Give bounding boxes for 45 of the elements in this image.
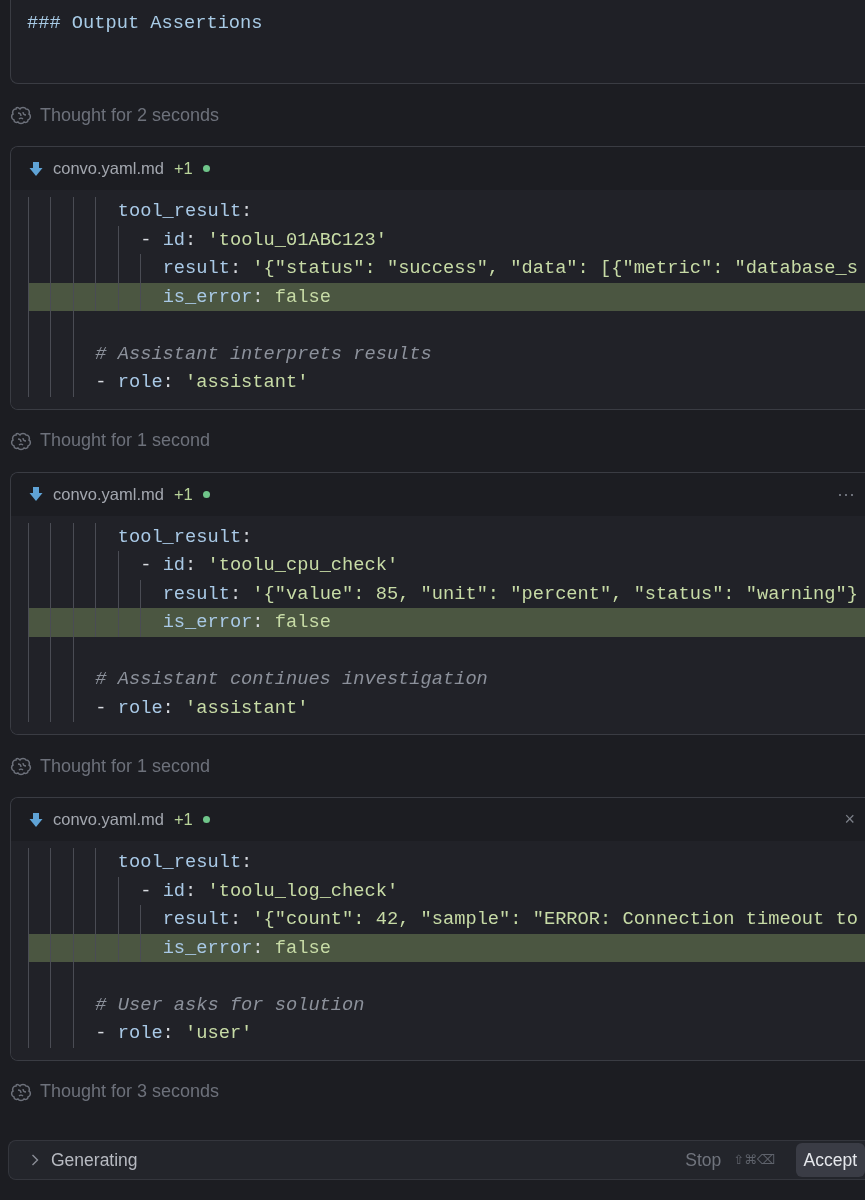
status-dot bbox=[202, 490, 210, 498]
change-count: +1 bbox=[173, 809, 193, 831]
code-line: tool_result: bbox=[117, 524, 253, 550]
file-name[interactable]: convo.yaml.md bbox=[53, 807, 164, 832]
file-name[interactable]: convo.yaml.md bbox=[53, 481, 164, 507]
code-line: is_error: false bbox=[162, 284, 331, 310]
code-line: - id: 'toolu_log_check' bbox=[140, 878, 399, 904]
brain-icon bbox=[10, 756, 32, 776]
file-name[interactable]: convo.yaml.md bbox=[53, 156, 164, 181]
change-count: +1 bbox=[173, 158, 193, 180]
header-action-button[interactable]: × bbox=[844, 806, 855, 833]
code-line: # Assistant continues investigation bbox=[95, 667, 488, 692]
thought-status: Thought for 1 second bbox=[40, 754, 211, 778]
code-line: result: '{"status": "success", "data": [{"metric": "database_s bbox=[162, 256, 858, 281]
heading-text: ### Output Assertions bbox=[27, 11, 264, 36]
download-icon bbox=[29, 160, 43, 177]
code-line: - id: 'toolu_cpu_check' bbox=[140, 553, 399, 578]
thought-status: Thought for 2 seconds bbox=[40, 103, 220, 127]
code-line: is_error: false bbox=[162, 935, 331, 961]
code-line: result: '{"count": 42, "sample": "ERROR: Connection timeout to bbox=[162, 907, 858, 932]
chevron-icon bbox=[31, 1154, 39, 1166]
code-line: tool_result: bbox=[117, 850, 253, 875]
code-line: tool_result: bbox=[117, 199, 253, 224]
change-count: +1 bbox=[173, 483, 193, 505]
brain-icon bbox=[10, 430, 32, 451]
code-line: is_error: false bbox=[162, 610, 331, 635]
download-icon bbox=[29, 811, 43, 828]
header-action-button[interactable]: ··· bbox=[837, 480, 855, 508]
code-line: - role: 'assistant' bbox=[95, 695, 309, 721]
status-dot bbox=[202, 816, 210, 823]
code-line: result: '{"value": 85, "unit": "percent", "status": "warning"} bbox=[162, 581, 858, 607]
thought-status: Thought for 3 seconds bbox=[40, 1080, 220, 1103]
shortcut-hint: ⇧⌘⌫ bbox=[733, 1151, 776, 1170]
code-line: - role: 'user' bbox=[95, 1021, 253, 1046]
code-line: - role: 'assistant' bbox=[95, 370, 309, 395]
code-line: - id: 'toolu_01ABC123' bbox=[140, 227, 387, 253]
brain-icon bbox=[10, 105, 32, 125]
generating-label: Generating bbox=[51, 1148, 138, 1172]
status-dot bbox=[202, 165, 210, 172]
brain-icon bbox=[10, 1081, 32, 1102]
download-icon bbox=[29, 486, 43, 502]
code-line: # User asks for solution bbox=[95, 992, 365, 1018]
accept-button[interactable]: Accept bbox=[795, 1142, 865, 1178]
code-line: # Assistant interprets results bbox=[95, 341, 432, 367]
thought-status: Thought for 1 second bbox=[40, 429, 211, 452]
